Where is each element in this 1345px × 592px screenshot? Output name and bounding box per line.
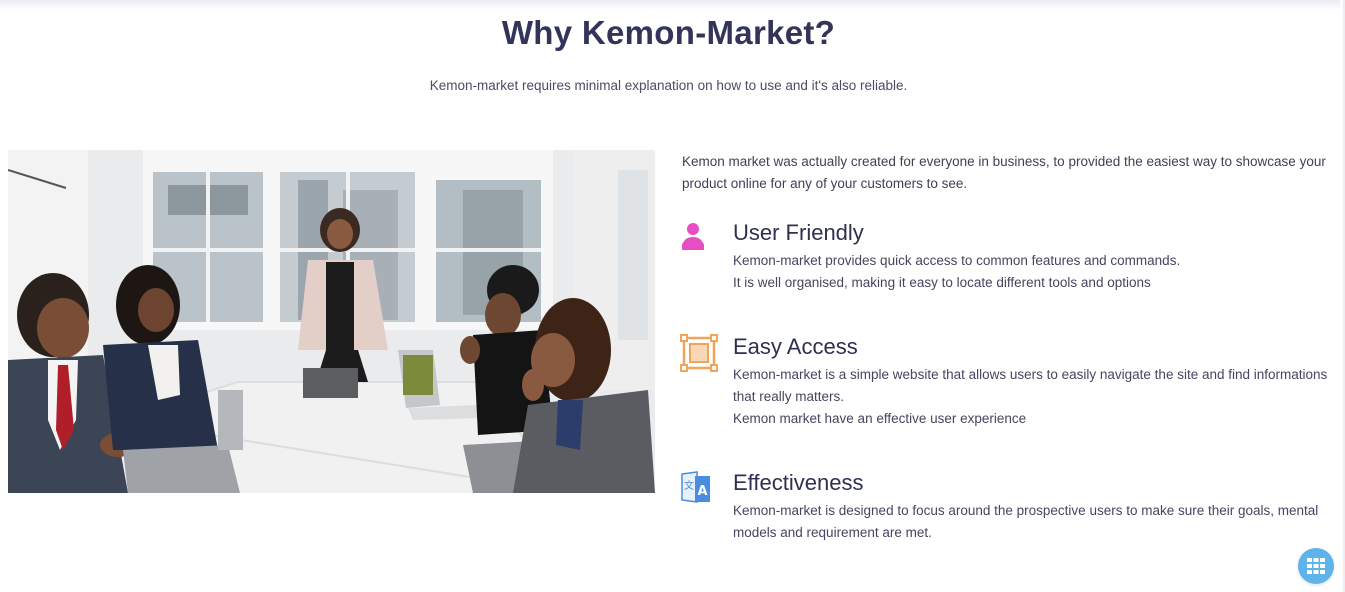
feature-title: Easy Access [733, 334, 858, 359]
feature-line: models and requirement are met. [733, 525, 932, 540]
section-subtitle: Kemon-market requires minimal explanatio… [429, 78, 908, 93]
svg-text:文: 文 [684, 479, 694, 492]
feature-description: Kemon-market provides quick access to co… [733, 250, 1328, 294]
intro-text: Kemon market was actually created for ev… [682, 154, 1326, 191]
feature-description: Kemon-market is designed to focus around… [733, 500, 1328, 544]
section-title: Why Kemon-Market? [501, 14, 836, 51]
expand-box-icon [680, 334, 718, 372]
feature-line: Kemon-market is a simple website that al… [733, 367, 1328, 404]
feature-line: It is well organised, making it easy to … [733, 275, 1151, 290]
svg-text:A: A [697, 484, 707, 499]
grid-apps-icon [1307, 558, 1325, 574]
translate-icon: A 文 [680, 470, 718, 508]
user-icon [680, 220, 718, 258]
feature-line: Kemon-market provides quick access to co… [733, 253, 1181, 268]
feature-description: Kemon-market is a simple website that al… [733, 364, 1328, 430]
team-meeting-photo [8, 150, 655, 493]
feature-line: Kemon-market is designed to focus around… [733, 503, 1319, 518]
header-shadow [0, 0, 1340, 10]
feature-title: Effectiveness [733, 470, 864, 495]
feature-title: User Friendly [733, 220, 864, 245]
apps-menu-button[interactable] [1298, 548, 1334, 584]
feature-line: Kemon market have an effective user expe… [733, 411, 1027, 426]
